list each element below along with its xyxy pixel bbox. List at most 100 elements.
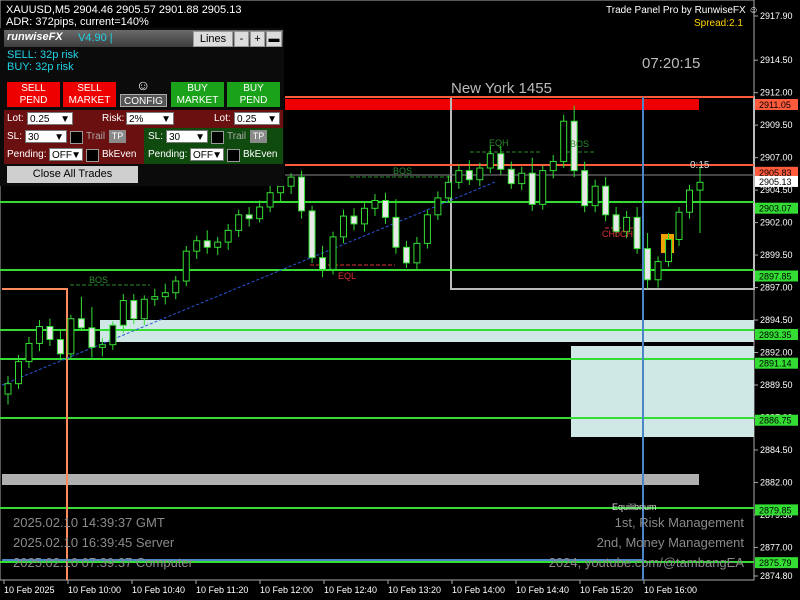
candle-body xyxy=(371,200,379,209)
candle-body xyxy=(4,383,12,395)
candle xyxy=(193,235,201,259)
sell-market-button[interactable]: MARKET xyxy=(63,94,116,107)
trail-label: Trail xyxy=(86,131,106,142)
price-level-badge-text: 2903.07 xyxy=(759,204,792,214)
candle xyxy=(67,314,75,360)
candle xyxy=(266,184,274,213)
candle xyxy=(560,114,568,169)
candle-body xyxy=(182,250,190,282)
equilibrium-label: Equilibrium xyxy=(612,502,657,512)
adr-info: ADR: 372pips, current=140% xyxy=(6,16,149,28)
price-tick-label: 2889.50 xyxy=(760,380,793,390)
sl-select[interactable]: 30 ▼ xyxy=(25,130,67,143)
smiley-icon: ☺ xyxy=(748,5,759,16)
price-tick-label: 2874.80 xyxy=(760,571,793,581)
price-axis[interactable]: 2917.902914.502912.002909.502907.002904.… xyxy=(754,11,793,581)
minimize-button[interactable]: ▬ xyxy=(266,31,282,47)
bkeven-checkbox[interactable] xyxy=(86,149,99,162)
price-level-badge-text: 2905.13 xyxy=(759,177,792,187)
trail2-checkbox[interactable] xyxy=(211,131,224,144)
panel-version: V4.90 | xyxy=(78,32,113,44)
bkeven-label: BkEven xyxy=(102,149,137,160)
shrink-button[interactable]: - xyxy=(234,31,249,47)
bkeven2-checkbox[interactable] xyxy=(227,149,240,162)
computer-time: 2025.02.10 07:39:37 Computer xyxy=(13,555,194,570)
candle xyxy=(486,145,494,174)
price-level-badge-text: 2875.79 xyxy=(759,558,792,568)
server-time: 2025.02.10 16:39:45 Server xyxy=(13,535,175,550)
candle xyxy=(235,209,243,237)
candle-body xyxy=(98,344,106,348)
close-all-trades-button[interactable]: Close All Trades xyxy=(7,166,138,183)
candle-body xyxy=(46,326,54,341)
candle xyxy=(476,162,484,187)
candle xyxy=(350,208,358,231)
candle-body xyxy=(696,181,704,191)
config-button[interactable]: CONFIG xyxy=(120,94,167,107)
candle xyxy=(402,240,410,269)
buy-pend-button[interactable]: PEND xyxy=(227,94,280,107)
candle xyxy=(539,165,547,210)
candle xyxy=(423,209,431,249)
candle-body xyxy=(549,161,557,172)
lot-select[interactable]: 0.25 ▼ xyxy=(27,112,73,125)
candle-body xyxy=(287,176,295,187)
dropdown-arrow-icon: ▼ xyxy=(161,114,171,125)
candle-body xyxy=(518,172,526,185)
candle xyxy=(203,230,211,254)
buy-market-button[interactable]: MARKET xyxy=(171,94,224,107)
pending-select[interactable]: OFF ▼ xyxy=(49,148,83,161)
sl2-label: SL: xyxy=(148,131,164,142)
candle-body xyxy=(581,170,589,207)
candle-body xyxy=(444,181,452,199)
time-axis[interactable]: 10 Feb 2025 10 Feb 10:00 10 Feb 10:40 10 Fe… xyxy=(3,580,697,595)
candle-body xyxy=(560,120,568,163)
candle-body xyxy=(88,327,96,348)
time-tick-label: 10 Feb 10:40 xyxy=(132,585,185,595)
lot2-label: Lot: xyxy=(214,113,231,124)
pending2-value: OFF xyxy=(193,150,213,161)
candle-body xyxy=(77,318,85,329)
risk-label: Risk: xyxy=(102,113,125,124)
time-tick-label: 10 Feb 13:20 xyxy=(388,585,441,595)
candle-body xyxy=(350,215,358,225)
dropdown-arrow-icon: ▼ xyxy=(54,132,64,143)
candle-body xyxy=(130,300,138,320)
price-tick-label: 2877.00 xyxy=(760,542,793,552)
candle xyxy=(25,336,33,369)
candle xyxy=(581,161,589,213)
price-tick-label: 2909.50 xyxy=(760,120,793,130)
lot2-select[interactable]: 0.25 ▼ xyxy=(234,112,280,125)
candle-body xyxy=(591,185,599,207)
lines-button[interactable]: Lines xyxy=(193,31,233,47)
candle xyxy=(602,177,610,222)
rule-2: 2nd, Money Management xyxy=(597,535,745,550)
time-tick-label: 10 Feb 12:40 xyxy=(324,585,377,595)
tp-button[interactable]: TP xyxy=(109,130,126,143)
candle xyxy=(46,318,54,347)
sell-pend-button[interactable]: PEND xyxy=(7,94,60,107)
session-label: New York 1455 xyxy=(451,80,552,97)
risk-select[interactable]: 2% ▼ xyxy=(126,112,174,125)
price-level-badge-text: 2893.35 xyxy=(759,330,792,340)
candle xyxy=(109,321,117,350)
price-tick-label: 2902.00 xyxy=(760,218,793,228)
expand-button[interactable]: + xyxy=(250,31,265,47)
sl-label: SL: xyxy=(7,131,23,142)
buy-risk: BUY: 32p risk xyxy=(7,61,74,73)
candle xyxy=(161,283,169,305)
candle xyxy=(434,191,442,220)
sl2-select[interactable]: 30 ▼ xyxy=(166,130,208,143)
price-tick-label: 2884.50 xyxy=(760,445,793,455)
candle-body xyxy=(172,280,180,294)
candle xyxy=(224,223,232,250)
sl2-value: 30 xyxy=(169,132,181,143)
pending2-select[interactable]: OFF ▼ xyxy=(190,148,224,161)
candle xyxy=(214,236,222,256)
candle xyxy=(633,206,641,254)
trail-checkbox[interactable] xyxy=(70,131,83,144)
candle-body xyxy=(392,216,400,248)
candle-body xyxy=(245,214,253,220)
tp2-button[interactable]: TP xyxy=(250,130,267,143)
candle-body xyxy=(434,197,442,216)
